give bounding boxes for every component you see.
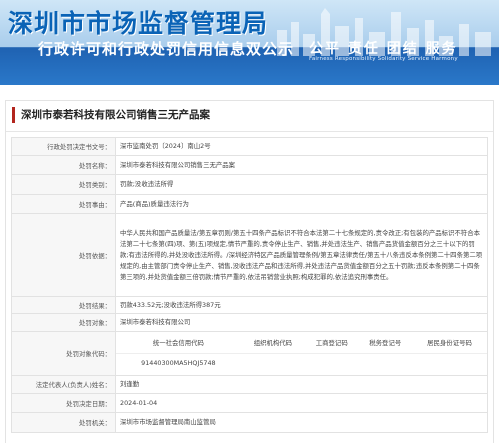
row-authority: 处罚机关： 深圳市市场监督管理局南山监管局 [11,412,488,433]
row-legal-rep: 法定代表人(负责人)姓名： 刘逢勤 [11,375,488,394]
party-label: 处罚对象： [11,313,116,332]
case-name-value: 深圳市泰若科技有限公司销售三无产品案 [115,155,488,175]
credit-header-uscc: 统一社会信用代码 [116,333,241,354]
row-case-name: 处罚名称： 深圳市泰若科技有限公司销售三无产品案 [11,155,488,175]
decision-date-label: 处罚决定日期： [11,393,116,413]
category-value: 罚款;没收违法所得 [115,174,488,195]
row-basis: 处罚依据： 中华人民共和国产品质量法/第五章罚则/第五十四条产品标识不符合本法第… [11,213,488,297]
row-party: 处罚对象： 深圳市泰若科技有限公司 [11,313,488,332]
site-title: 深圳市市场监督管理局 [8,9,269,38]
result-value: 罚款433.52元;没收违法所得387元 [115,296,488,314]
legal-rep-label: 法定代表人(负责人)姓名： [11,375,116,394]
case-detail-card: 深圳市泰若科技有限公司销售三无产品案 行政处罚决定书文号： 深市监南处罚〔202… [5,100,494,443]
site-slogan-english: Fairness Responsibility Solidarity Servi… [309,56,458,62]
credit-header-id-no: 居民身份证号码 [412,333,487,354]
credit-value-org-code [241,354,305,374]
row-credit-code: 处罚对象代码： 统一社会信用代码 组织机构代码 工商登记码 税务登记号 居民身份… [11,331,488,376]
party-value: 深圳市泰若科技有限公司 [115,313,488,332]
credit-code-label: 处罚对象代码： [11,331,116,376]
site-subtitle: 行政许可和行政处罚信用信息双公示 [38,40,295,58]
case-info-table: 行政处罚决定书文号： 深市监南处罚〔2024〕南山2号 处罚名称： 深圳市泰若科… [11,137,488,433]
category-label: 处罚类别： [11,174,116,195]
credit-value-tax-no [359,354,413,374]
decision-no-value: 深市监南处罚〔2024〕南山2号 [115,137,488,156]
credit-header-reg-code: 工商登记码 [304,333,359,354]
authority-value: 深圳市市场监督管理局南山监管局 [115,412,488,433]
credit-header-tax-no: 税务登记号 [358,333,413,354]
site-slogan: 公平 责任 团结 服务 [309,41,458,57]
authority-label: 处罚机关： [11,412,116,433]
row-result: 处罚结果： 罚款433.52元;没收违法所得387元 [11,296,488,314]
decision-no-label: 行政处罚决定书文号： [11,137,116,156]
result-label: 处罚结果： [11,296,116,314]
row-reason: 处罚事由： 产品(商品)质量违法行为 [11,194,488,214]
credit-header-org-code: 组织机构代码 [240,333,305,354]
credit-code-table: 统一社会信用代码 组织机构代码 工商登记码 税务登记号 居民身份证号码 9144… [116,333,487,374]
credit-value-uscc: 91440300MA5HQJ5748 [141,359,216,368]
decision-date-value: 2024-01-04 [115,393,488,413]
row-decision-no: 行政处罚决定书文号： 深市监南处罚〔2024〕南山2号 [11,137,488,156]
credit-value-id-no [412,354,487,374]
legal-rep-value: 刘逢勤 [115,375,488,394]
row-decision-date: 处罚决定日期： 2024-01-04 [11,393,488,413]
case-title: 深圳市泰若科技有限公司销售三无产品案 [12,107,210,123]
credit-value-reg-code [305,354,359,374]
basis-label: 处罚依据： [11,213,116,297]
case-name-label: 处罚名称： [11,155,116,175]
title-divider [6,131,493,132]
row-category: 处罚类别： 罚款;没收违法所得 [11,174,488,195]
site-banner: 深圳市市场监督管理局 行政许可和行政处罚信用信息双公示 公平 责任 团结 服务 … [0,0,499,85]
reason-label: 处罚事由： [11,194,116,214]
reason-value: 产品(商品)质量违法行为 [115,194,488,214]
basis-value: 中华人民共和国产品质量法/第五章罚则/第五十四条产品标识不符合本法第二十七条规定… [115,213,488,297]
